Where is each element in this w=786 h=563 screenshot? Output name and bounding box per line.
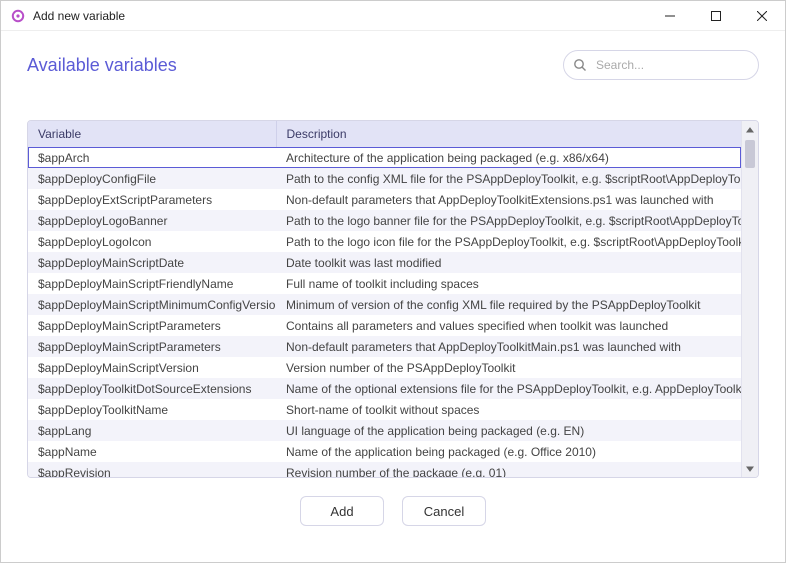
cell-description: Name of the optional extensions file for… <box>276 378 741 399</box>
cell-description: Path to the logo icon file for the PSApp… <box>276 231 741 252</box>
window-controls <box>647 1 785 30</box>
vertical-scrollbar[interactable] <box>741 121 758 477</box>
variables-table-area: Variable Description $appArchArchitectur… <box>27 120 759 478</box>
cell-variable: $appDeployMainScriptMinimumConfigVersion <box>28 294 276 315</box>
app-icon <box>11 9 25 23</box>
cell-description: Non-default parameters that AppDeployToo… <box>276 336 741 357</box>
window-title: Add new variable <box>33 9 125 23</box>
column-header-description[interactable]: Description <box>276 121 741 147</box>
cell-variable: $appDeployMainScriptVersion <box>28 357 276 378</box>
table-row[interactable]: $appDeployLogoIconPath to the logo icon … <box>28 231 741 252</box>
cell-variable: $appDeployLogoIcon <box>28 231 276 252</box>
table-row[interactable]: $appDeployToolkitDotSourceExtensionsName… <box>28 378 741 399</box>
table-row[interactable]: $appDeployMainScriptVersion Version numb… <box>28 357 741 378</box>
maximize-button[interactable] <box>693 1 739 31</box>
cell-variable: $appDeployToolkitDotSourceExtensions <box>28 378 276 399</box>
cell-description: Name of the application being packaged (… <box>276 441 741 462</box>
cancel-button[interactable]: Cancel <box>402 496 486 526</box>
table-row[interactable]: $appNameName of the application being pa… <box>28 441 741 462</box>
cell-description: Revision number of the package (e.g. 01) <box>276 462 741 477</box>
cell-variable: $appDeployMainScriptFriendlyName <box>28 273 276 294</box>
scroll-up-arrow[interactable] <box>742 121 758 138</box>
cell-variable: $appDeployExtScriptParameters <box>28 189 276 210</box>
table-row[interactable]: $appDeployMainScriptParametersNon-defaul… <box>28 336 741 357</box>
search-input[interactable] <box>563 50 759 80</box>
cell-variable: $appDeployToolkitName <box>28 399 276 420</box>
footer-buttons: Add Cancel <box>27 478 759 526</box>
cell-description: Path to the config XML file for the PSAp… <box>276 168 741 189</box>
variables-table-scroll[interactable]: Variable Description $appArchArchitectur… <box>28 121 741 477</box>
table-row[interactable]: $appDeployConfigFilePath to the config X… <box>28 168 741 189</box>
cell-description: Contains all parameters and values speci… <box>276 315 741 336</box>
cell-variable: $appDeployConfigFile <box>28 168 276 189</box>
cell-variable: $appDeployMainScriptDate <box>28 252 276 273</box>
scroll-thumb[interactable] <box>745 140 755 168</box>
table-row[interactable]: $appArchArchitecture of the application … <box>28 147 741 168</box>
cell-description: Version number of the PSAppDeployToolkit <box>276 357 741 378</box>
table-row[interactable]: $appDeployLogoBannerPath to the logo ban… <box>28 210 741 231</box>
table-row[interactable]: $appDeployMainScriptDateDate toolkit was… <box>28 252 741 273</box>
add-button[interactable]: Add <box>300 496 384 526</box>
cell-description: Minimum of version of the config XML fil… <box>276 294 741 315</box>
content-area: Available variables Variable Description <box>1 31 785 526</box>
cell-description: Short-name of toolkit without spaces <box>276 399 741 420</box>
cell-variable: $appDeployMainScriptParameters <box>28 336 276 357</box>
scroll-down-arrow[interactable] <box>742 460 758 477</box>
cell-description: UI language of the application being pac… <box>276 420 741 441</box>
scroll-track[interactable] <box>742 138 758 460</box>
table-header-row: Variable Description <box>28 121 741 147</box>
table-row[interactable]: $appDeployExtScriptParametersNon-default… <box>28 189 741 210</box>
cell-description: Date toolkit was last modified <box>276 252 741 273</box>
table-row[interactable]: $appDeployMainScriptParametersContains a… <box>28 315 741 336</box>
table-row[interactable]: $appDeployMainScriptFriendlyName Full na… <box>28 273 741 294</box>
cell-variable: $appName <box>28 441 276 462</box>
column-header-variable[interactable]: Variable <box>28 121 276 147</box>
search-icon <box>573 58 587 72</box>
table-row[interactable]: $appRevisionRevision number of the packa… <box>28 462 741 477</box>
cell-description: Full name of toolkit including spaces <box>276 273 741 294</box>
table-row[interactable]: $appDeployToolkitNameShort-name of toolk… <box>28 399 741 420</box>
cell-description: Architecture of the application being pa… <box>276 147 741 168</box>
cell-variable: $appDeployLogoBanner <box>28 210 276 231</box>
cell-variable: $appArch <box>28 147 276 168</box>
cell-description: Path to the logo banner file for the PSA… <box>276 210 741 231</box>
table-row[interactable]: $appDeployMainScriptMinimumConfigVersion… <box>28 294 741 315</box>
titlebar: Add new variable <box>1 1 785 31</box>
cell-variable: $appDeployMainScriptParameters <box>28 315 276 336</box>
search-wrap <box>563 50 759 80</box>
minimize-button[interactable] <box>647 1 693 31</box>
table-row[interactable]: $appLangUI language of the application b… <box>28 420 741 441</box>
cell-variable: $appLang <box>28 420 276 441</box>
close-button[interactable] <box>739 1 785 31</box>
cell-description: Non-default parameters that AppDeployToo… <box>276 189 741 210</box>
cell-variable: $appRevision <box>28 462 276 477</box>
variables-table: Variable Description $appArchArchitectur… <box>28 121 741 477</box>
